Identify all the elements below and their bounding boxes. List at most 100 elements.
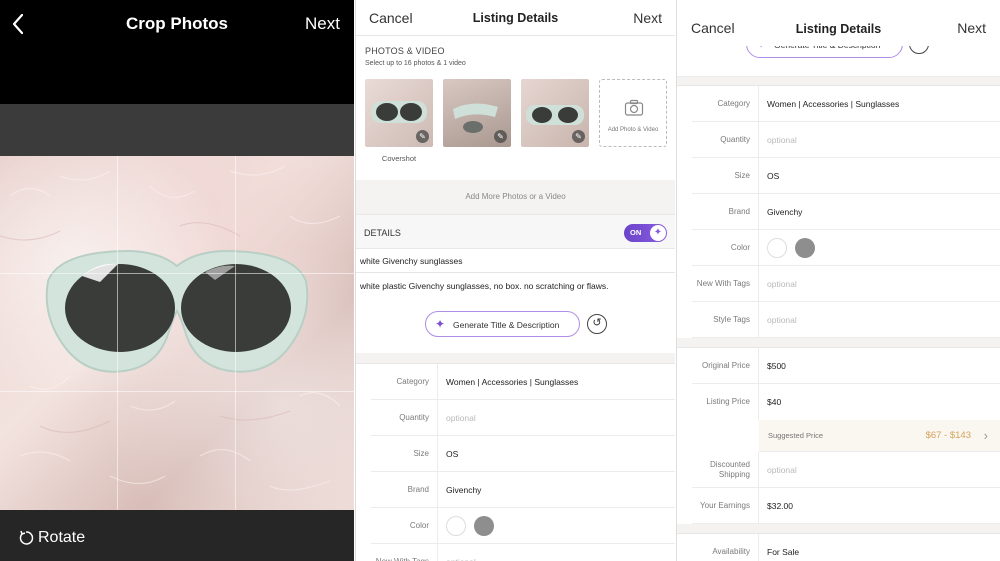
suggested-price-value: $67 - $143 (925, 430, 971, 441)
crop-dim-top (0, 104, 354, 156)
field-label: Size (413, 449, 429, 459)
color-swatches (446, 508, 502, 544)
add-more-link[interactable]: Add More Photos or a Video (356, 192, 675, 201)
field-label: Category (717, 99, 750, 109)
crop-grid-line (0, 391, 354, 392)
crop-header: Crop Photos Next (0, 0, 354, 104)
field-label: Brand (407, 485, 429, 495)
field-row-quantity[interactable]: Quantity optional (692, 122, 1000, 158)
listing-details-screen: Cancel Listing Details Next PHOTOS & VID… (355, 0, 675, 561)
field-divider (437, 472, 438, 508)
photo-thumbnail[interactable]: ✎ (521, 79, 589, 147)
add-photo-button[interactable]: Add Photo & Video (599, 79, 667, 147)
field-value: optional (446, 544, 476, 561)
field-row-size[interactable]: Size OS (371, 436, 675, 472)
edit-pencil-icon[interactable]: ✎ (572, 130, 585, 143)
undo-icon[interactable]: ↺ (587, 314, 607, 334)
field-label: Listing Price (706, 397, 750, 407)
field-row-size[interactable]: Size OS (692, 158, 1000, 194)
field-value: optional (767, 279, 797, 289)
edit-pencil-icon[interactable]: ✎ (494, 130, 507, 143)
field-value: $40 (767, 397, 782, 407)
generate-label: Generate Title & Description (453, 320, 560, 330)
description-field[interactable]: white plastic Givenchy sunglasses, no bo… (360, 281, 675, 291)
field-divider (758, 384, 759, 420)
camera-icon (624, 99, 644, 116)
field-label: Quantity (399, 413, 429, 423)
title-field[interactable]: white Givenchy sunglasses (360, 256, 675, 266)
field-value: For Sale (767, 547, 800, 557)
crop-grid-line (117, 156, 118, 510)
sparkle-icon: ✦ (650, 225, 666, 241)
field-divider (437, 400, 438, 436)
field-row-color[interactable]: Color (371, 508, 675, 544)
page-title: Listing Details (472, 11, 559, 25)
section-gap (356, 353, 675, 363)
color-swatches (767, 230, 823, 266)
field-row-color[interactable]: Color (692, 230, 1000, 266)
color-swatch-grey[interactable] (795, 238, 815, 258)
covershot-label: Covershot (381, 154, 417, 163)
photo-thumbnail[interactable]: ✎ (365, 79, 433, 147)
generate-title-description-button[interactable]: ✦ Generate Title & Description (425, 311, 580, 337)
crop-grid-line (235, 156, 236, 510)
rotate-icon (19, 530, 34, 545)
suggested-price-row[interactable]: Suggested Price $67 - $143 › (759, 420, 1000, 452)
field-row-brand[interactable]: Brand Givenchy (371, 472, 675, 508)
photos-section-hint: Select up to 16 photos & 1 video (365, 60, 466, 67)
listing-details-scrolled-screen: ✦ Generate Title & Description ↺ Cancel … (676, 0, 1000, 561)
field-label: Quantity (720, 135, 750, 145)
field-divider (758, 158, 759, 194)
field-label: New With Tags (371, 544, 429, 561)
photo-thumbnail[interactable]: ✎ (443, 79, 511, 147)
field-value: OS (446, 449, 459, 459)
field-value: Women | Accessories | Sunglasses (446, 377, 579, 387)
field-divider (437, 364, 438, 400)
field-value: optional (446, 413, 476, 423)
color-swatch-white[interactable] (446, 516, 466, 536)
field-row-new-with-tags[interactable]: New With Tags optional (692, 266, 1000, 302)
field-row-listing-price[interactable]: Listing Price $40 (692, 384, 1000, 420)
field-label: Color (730, 243, 750, 253)
field-row-original-price[interactable]: Original Price $500 (692, 348, 1000, 384)
details-label: DETAILS (364, 228, 401, 238)
field-divider (437, 544, 438, 561)
field-label: Original Price (701, 361, 750, 371)
crop-photo[interactable] (0, 156, 354, 510)
field-value: Givenchy (767, 207, 803, 217)
rotate-button[interactable]: Rotate (18, 529, 85, 547)
listing-navbar: Cancel Listing Details Next (677, 0, 1000, 46)
field-row-availability[interactable]: Availability For Sale (692, 534, 1000, 561)
color-swatch-grey[interactable] (474, 516, 494, 536)
field-row-new-with-tags[interactable]: New With Tags optional (371, 544, 675, 561)
field-label: Style Tags (713, 315, 750, 325)
field-row-category[interactable]: Category Women | Accessories | Sunglasse… (371, 364, 675, 400)
color-swatch-white[interactable] (767, 238, 787, 258)
field-label: Discounted Shipping (709, 460, 750, 479)
next-button[interactable]: Next (957, 20, 986, 36)
field-row-discounted-shipping[interactable]: Discounted Shipping optional (692, 452, 1000, 488)
field-divider (758, 302, 759, 338)
field-divider (758, 266, 759, 302)
field-label: Size (734, 171, 750, 181)
field-divider (437, 508, 438, 544)
crop-grid-line (0, 273, 354, 274)
field-divider (758, 534, 759, 561)
edit-pencil-icon[interactable]: ✎ (416, 130, 429, 143)
photos-section-label: PHOTOS & VIDEO (365, 46, 445, 56)
field-row-category[interactable]: Category Women | Accessories | Sunglasse… (692, 86, 1000, 122)
field-row-brand[interactable]: Brand Givenchy (692, 194, 1000, 230)
field-divider (758, 86, 759, 122)
field-label: Your Earnings (700, 501, 750, 511)
field-label: Color (409, 521, 429, 531)
field-row-quantity[interactable]: Quantity optional (371, 400, 675, 436)
details-header: DETAILS ON ✦ (356, 214, 675, 249)
ai-toggle[interactable]: ON ✦ (624, 224, 667, 242)
field-row-style-tags[interactable]: Style Tags optional (692, 302, 1000, 338)
next-button[interactable]: Next (633, 10, 662, 26)
crop-title: Crop Photos (126, 14, 228, 33)
field-value: $32.00 (767, 501, 793, 511)
crop-photos-screen: Crop Photos Next Rotate (0, 0, 354, 561)
crop-next-button[interactable]: Next (305, 14, 340, 34)
field-label: Category (396, 377, 429, 387)
